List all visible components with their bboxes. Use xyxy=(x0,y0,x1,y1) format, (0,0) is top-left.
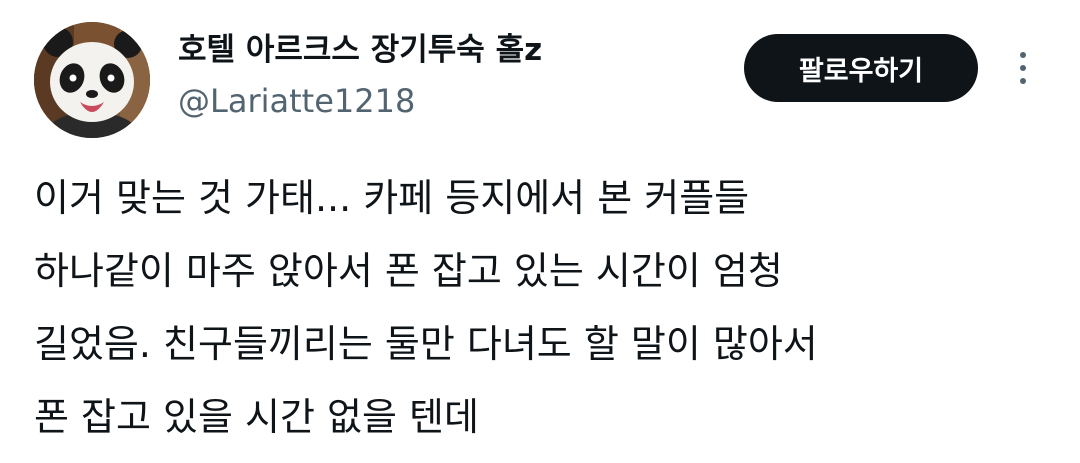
user-handle[interactable]: @Lariatte1218 xyxy=(178,80,415,122)
tweet-text-line: 폰 잡고 있을 시간 없을 텐데 xyxy=(34,395,479,439)
panda-avatar-icon xyxy=(34,22,150,138)
more-vertical-icon xyxy=(1020,52,1026,58)
display-name[interactable]: 호텔 아르크스 장기투숙 홀z xyxy=(178,30,542,70)
tweet-text-line: 이거 맞는 것 가태... 카페 등지에서 본 커플들 xyxy=(34,176,750,220)
more-options-button[interactable] xyxy=(1006,40,1040,96)
tweet-text-line: 하나같이 마주 앉아서 폰 잡고 있는 시간이 엄청 xyxy=(34,249,783,293)
more-vertical-icon xyxy=(1020,65,1026,71)
avatar[interactable] xyxy=(34,22,150,138)
tweet-text: 이거 맞는 것 가태... 카페 등지에서 본 커플들 하나같이 마주 앉아서 … xyxy=(34,162,1044,454)
tweet-text-line: 길었음. 친구들끼리는 둘만 다녀도 할 말이 많아서 xyxy=(34,322,818,366)
tweet-card: 호텔 아르크스 장기투숙 홀z @Lariatte1218 팔로우하기 이거 맞… xyxy=(0,0,1080,463)
more-vertical-icon xyxy=(1020,78,1026,84)
follow-button[interactable]: 팔로우하기 xyxy=(744,34,978,102)
